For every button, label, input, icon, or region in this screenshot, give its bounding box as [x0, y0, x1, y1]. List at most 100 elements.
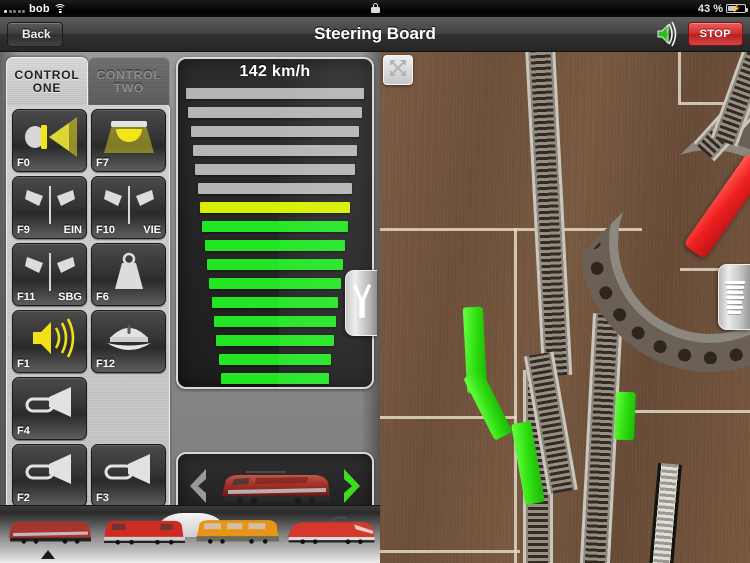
speed-bar-row	[178, 103, 372, 122]
double-headlight-icon	[13, 181, 86, 227]
speed-bar-row	[178, 217, 372, 236]
function-button-f9[interactable]: F9 EIN	[12, 176, 87, 239]
function-button-empty	[91, 377, 166, 440]
double-headlight-icon	[13, 248, 86, 294]
function-button-f0[interactable]: F0	[12, 109, 87, 172]
speed-bar-row	[178, 160, 372, 179]
double-headlight-icon	[92, 181, 165, 227]
fullscreen-button[interactable]	[383, 55, 413, 85]
sound-on-icon[interactable]	[656, 21, 680, 47]
speed-bar-row	[178, 84, 372, 103]
speed-bar-row	[178, 141, 372, 160]
function-button-f9-label: F9	[17, 224, 30, 236]
speaker-icon	[13, 315, 86, 361]
weight-icon	[92, 248, 165, 294]
lock-icon	[370, 2, 380, 13]
headlight-icon	[13, 114, 86, 160]
function-button-f3-label: F3	[96, 492, 109, 504]
function-button-f1-label: F1	[17, 358, 30, 370]
track-switch-handle[interactable]	[345, 270, 377, 336]
speed-bar-row	[178, 274, 372, 293]
function-button-f4[interactable]: F4	[12, 377, 87, 440]
speed-bar	[195, 164, 355, 175]
strip-locomotive-0[interactable]	[4, 514, 94, 551]
speed-bar-row	[178, 293, 372, 312]
strip-locomotive-3[interactable]	[284, 514, 376, 551]
speed-bar	[221, 373, 329, 384]
previous-locomotive-button[interactable]	[184, 467, 210, 505]
main-content: CONTROL ONE CONTROL TWO F0 F7 F9 EIN F10…	[0, 52, 750, 563]
locomotive-strip[interactable]	[0, 505, 380, 563]
speed-bar-row	[178, 312, 372, 331]
function-button-f4-label: F4	[17, 425, 30, 437]
fullscreen-expand-icon	[387, 57, 409, 84]
speed-bar-row	[178, 350, 372, 369]
function-button-f11-label: F11	[17, 291, 36, 303]
speed-bar-row	[178, 122, 372, 141]
speed-bar-row	[178, 369, 372, 387]
function-button-grid: F0 F7 F9 EIN F10 VIE F11 SBG F6 F1 F12 F…	[12, 109, 166, 507]
tab-control-one[interactable]: CONTROL ONE	[6, 57, 88, 105]
speed-bar	[204, 240, 346, 251]
stop-button[interactable]: STOP	[687, 22, 743, 46]
tab-control-one-line1: CONTROL	[14, 67, 80, 82]
locomotive-image	[216, 466, 334, 506]
speed-bar	[193, 145, 357, 156]
function-button-f11-sublabel: SBG	[58, 291, 82, 303]
function-button-f3[interactable]: F3	[91, 444, 166, 507]
stop-button-label: STOP	[699, 28, 731, 40]
live-camera-view[interactable]	[380, 52, 750, 563]
function-button-f7[interactable]: F7	[91, 109, 166, 172]
function-button-f10-label: F10	[96, 224, 115, 236]
tab-control-two-line2: TWO	[113, 80, 145, 95]
selected-locomotive-marker	[41, 550, 55, 559]
navigation-bar-right: STOP	[656, 21, 750, 47]
strip-locomotive-2[interactable]	[192, 514, 282, 551]
navigation-bar: Back Steering Board STOP	[0, 17, 750, 52]
speed-bar	[197, 183, 353, 194]
speed-bar-row	[178, 198, 372, 217]
speed-bar	[214, 316, 336, 327]
function-button-f10[interactable]: F10 VIE	[91, 176, 166, 239]
back-button[interactable]: Back	[7, 21, 63, 47]
cab-light-icon	[92, 114, 165, 160]
horn-icon	[13, 449, 86, 495]
tile-line	[380, 228, 516, 231]
speed-bar-row	[178, 236, 372, 255]
speed-bar	[190, 126, 360, 137]
speed-bar	[186, 88, 364, 99]
speed-meter[interactable]: 142 km/h	[176, 57, 374, 389]
conductor-cap-icon	[92, 315, 165, 361]
function-button-f2[interactable]: F2	[12, 444, 87, 507]
horn-icon	[13, 382, 86, 428]
next-locomotive-button[interactable]	[340, 467, 366, 505]
speed-bar	[202, 221, 348, 232]
speed-bar	[209, 278, 341, 289]
page-title: Steering Board	[314, 24, 436, 43]
function-button-f12-label: F12	[96, 358, 115, 370]
status-bar: bob 43 % ⚡	[0, 0, 750, 17]
control-tabs: CONTROL ONE CONTROL TWO	[6, 57, 170, 105]
speed-bar-row	[178, 179, 372, 198]
green-track-marker-foot	[614, 391, 636, 441]
speed-bar	[200, 202, 350, 213]
back-button-label: Back	[22, 27, 51, 41]
speed-bar	[211, 297, 339, 308]
function-button-f1[interactable]: F1	[12, 310, 87, 373]
function-button-f6[interactable]: F6	[91, 243, 166, 306]
tab-control-two-line1: CONTROL	[96, 67, 162, 82]
strip-locomotive-1[interactable]	[98, 514, 188, 551]
horn-icon	[92, 449, 165, 495]
speed-bar	[218, 354, 332, 365]
function-button-f12[interactable]: F12	[91, 310, 166, 373]
control-panel: CONTROL ONE CONTROL TWO F0 F7 F9 EIN F10…	[0, 52, 380, 563]
tab-control-two[interactable]: CONTROL TWO	[88, 57, 170, 105]
side-menu-handle[interactable]	[718, 264, 750, 330]
tile-line	[380, 550, 520, 553]
steering-board-screen: bob 43 % ⚡ Back Steering Board STOP CONT…	[0, 0, 750, 563]
orientation-lock-indicator	[0, 2, 750, 15]
function-button-f9-sublabel: EIN	[63, 224, 82, 236]
list-menu-icon	[724, 280, 745, 314]
tile-line	[514, 228, 517, 418]
function-button-f11[interactable]: F11 SBG	[12, 243, 87, 306]
